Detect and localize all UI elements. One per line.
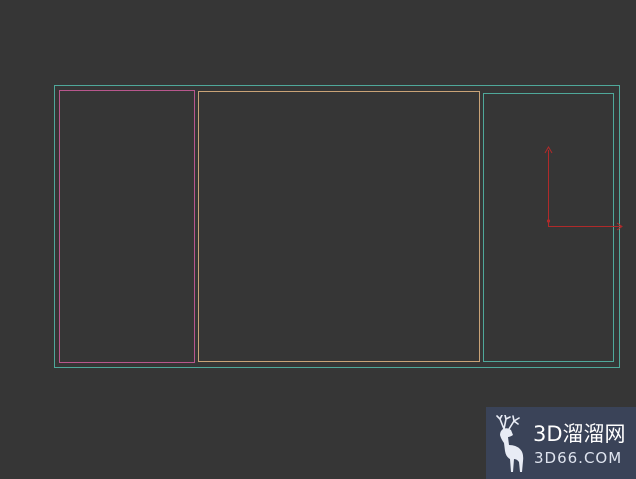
gizmo-origin-dot <box>546 219 551 223</box>
center-panel-rect[interactable] <box>198 91 480 362</box>
right-panel-rect[interactable] <box>483 93 614 362</box>
watermark-subtitle: 3D66.COM <box>534 449 623 467</box>
axis-gizmo[interactable] <box>544 146 623 231</box>
outer-frame-rect[interactable] <box>54 85 620 368</box>
deer-logo-icon <box>496 415 524 472</box>
watermark: 3D溜溜网 3D66.COM <box>486 407 636 479</box>
watermark-title: 3D溜溜网 <box>533 422 626 446</box>
left-panel-rect[interactable] <box>59 90 195 363</box>
